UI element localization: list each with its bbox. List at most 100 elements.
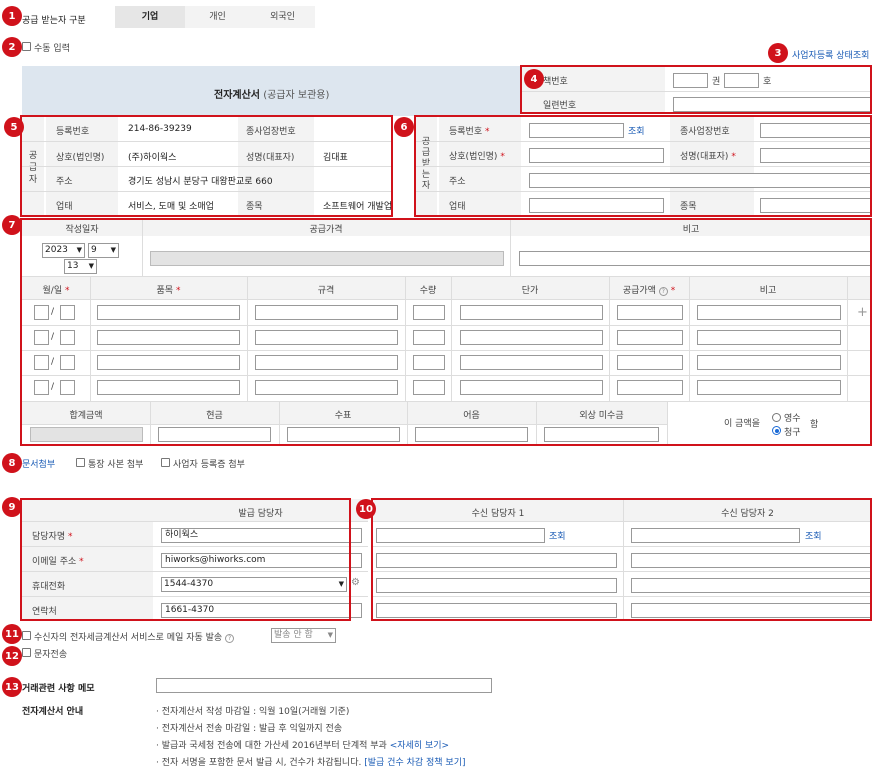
receiver-item-input[interactable] xyxy=(760,198,872,213)
receiver-ceo-input[interactable] xyxy=(760,148,872,163)
bankbook-checkbox[interactable] xyxy=(76,458,85,467)
row-item-input[interactable] xyxy=(97,380,240,395)
row-note-input[interactable] xyxy=(697,305,841,320)
recipient2-phone-input[interactable] xyxy=(631,603,872,618)
receiver-branch-input[interactable] xyxy=(760,123,872,138)
row-supply-amount-input[interactable] xyxy=(617,355,683,370)
note-label: 비고 xyxy=(682,225,700,235)
receiver-biz-type-input[interactable] xyxy=(529,198,664,213)
recipient2-name-input[interactable] xyxy=(631,528,800,543)
row-day-input[interactable] xyxy=(60,355,75,370)
memo-label: 거래관련 사항 메모 xyxy=(22,684,95,694)
row-unit-price-input[interactable] xyxy=(460,330,603,345)
row-supply-amount-input[interactable] xyxy=(617,380,683,395)
row-item-input[interactable] xyxy=(97,305,240,320)
tab-individual[interactable]: 개인 xyxy=(185,6,250,28)
note-bill-label: 어음 xyxy=(463,411,480,421)
row-spec-input[interactable] xyxy=(255,355,398,370)
supplier-item: 소프트웨어 개발업 xyxy=(323,202,393,212)
add-row-icon[interactable]: + xyxy=(857,305,868,320)
receipt-radio[interactable] xyxy=(772,413,781,422)
auto-mail-select[interactable]: 발송 안 함 ▼ xyxy=(271,628,336,643)
note-bill-input[interactable] xyxy=(415,427,528,442)
receiver-company-input[interactable] xyxy=(529,148,664,163)
recipient2-mobile-input[interactable] xyxy=(631,578,872,593)
biz-cert-label: 사업자 등록증 첨부 xyxy=(173,460,245,470)
row-qty-input[interactable] xyxy=(413,330,445,345)
issuer-phone-input[interactable]: 1661-4370 xyxy=(161,603,362,618)
receiver-address-input[interactable] xyxy=(529,173,872,188)
policy-link[interactable]: [발급 건수 차감 정책 보기] xyxy=(364,758,465,768)
claim-radio[interactable] xyxy=(772,426,781,435)
year-select[interactable]: 2023 ▼ xyxy=(42,243,85,258)
row-qty-input[interactable] xyxy=(413,305,445,320)
doc-attach-link[interactable]: 문서첨부 xyxy=(22,457,55,470)
row-month-input[interactable] xyxy=(34,305,49,320)
help-icon: ? xyxy=(658,287,668,296)
auto-mail-checkbox[interactable] xyxy=(22,631,31,640)
manual-input-checkbox[interactable] xyxy=(22,42,31,51)
row-unit-price-input[interactable] xyxy=(460,355,603,370)
book-vol-unit: 권 xyxy=(712,77,721,87)
serial-input[interactable] xyxy=(673,97,872,112)
book-vol-input[interactable] xyxy=(673,73,708,88)
gear-icon[interactable]: ⚙ xyxy=(351,577,360,588)
row-unit-price-input[interactable] xyxy=(460,305,603,320)
row-supply-amount-input[interactable] xyxy=(617,305,683,320)
row-note-input[interactable] xyxy=(697,330,841,345)
row-qty-input[interactable] xyxy=(413,355,445,370)
row-note-input[interactable] xyxy=(697,355,841,370)
issuer-email-input[interactable]: hiworks@hiworks.com xyxy=(161,553,362,568)
col-item: 품목 * xyxy=(156,286,181,296)
recipient2-email-input[interactable] xyxy=(631,553,872,568)
issuer-email-label: 이메일 주소 * xyxy=(32,557,84,567)
row-day-input[interactable] xyxy=(60,305,75,320)
recipient1-lookup-link[interactable]: 조회 xyxy=(549,529,566,542)
row-spec-input[interactable] xyxy=(255,305,398,320)
recipient2-lookup-link[interactable]: 조회 xyxy=(805,529,822,542)
row-unit-price-input[interactable] xyxy=(460,380,603,395)
tab-foreigner[interactable]: 외국인 xyxy=(250,6,315,28)
recipient1-name-input[interactable] xyxy=(376,528,545,543)
sms-checkbox[interactable] xyxy=(22,648,31,657)
receiver-lookup-link[interactable]: 조회 xyxy=(628,124,645,137)
receivable-input[interactable] xyxy=(544,427,659,442)
row-item-input[interactable] xyxy=(97,330,240,345)
detail-link[interactable]: <자세히 보기> xyxy=(390,741,449,751)
recipient1-mobile-input[interactable] xyxy=(376,578,617,593)
row-supply-amount-input[interactable] xyxy=(617,330,683,345)
receiver-ceo-label: 성명(대표자) * xyxy=(680,152,736,162)
row-month-input[interactable] xyxy=(34,380,49,395)
issuer-name-input[interactable]: 하이웍스 xyxy=(161,528,362,543)
row-month-input[interactable] xyxy=(34,330,49,345)
issuer-mobile-select[interactable]: 1544-4370 ▼ xyxy=(161,577,347,592)
date-label: 작성일자 xyxy=(65,225,99,235)
amount-suffix: 함 xyxy=(810,420,819,430)
row-spec-input[interactable] xyxy=(255,380,398,395)
cash-input[interactable] xyxy=(158,427,271,442)
check-input[interactable] xyxy=(287,427,400,442)
recipient1-phone-input[interactable] xyxy=(376,603,617,618)
row-item-input[interactable] xyxy=(97,355,240,370)
business-status-link[interactable]: 사업자등록 상태조회 xyxy=(792,48,869,61)
receiver-reg-no-input[interactable] xyxy=(529,123,624,138)
manual-input-label: 수동 입력 xyxy=(34,44,70,54)
note-input[interactable] xyxy=(519,251,872,266)
day-select[interactable]: 13 ▼ xyxy=(64,259,97,274)
date-separator: / xyxy=(51,307,55,317)
receiver-company-label: 상호(법인명) * xyxy=(449,152,505,162)
row-note-input[interactable] xyxy=(697,380,841,395)
guide-line-3: · 발급과 국세청 전송에 대한 가산세 2016년부터 단계적 부과 <자세히… xyxy=(156,741,450,751)
tab-company[interactable]: 기업 xyxy=(115,6,185,28)
row-qty-input[interactable] xyxy=(413,380,445,395)
row-month-input[interactable] xyxy=(34,355,49,370)
memo-input[interactable] xyxy=(156,678,492,693)
month-select[interactable]: 9 ▼ xyxy=(88,243,119,258)
biz-cert-checkbox[interactable] xyxy=(161,458,170,467)
recipient1-email-input[interactable] xyxy=(376,553,617,568)
row-spec-input[interactable] xyxy=(255,330,398,345)
row-day-input[interactable] xyxy=(60,380,75,395)
supplier-branch-label: 종사업장번호 xyxy=(246,127,296,137)
book-no-input[interactable] xyxy=(724,73,759,88)
row-day-input[interactable] xyxy=(60,330,75,345)
